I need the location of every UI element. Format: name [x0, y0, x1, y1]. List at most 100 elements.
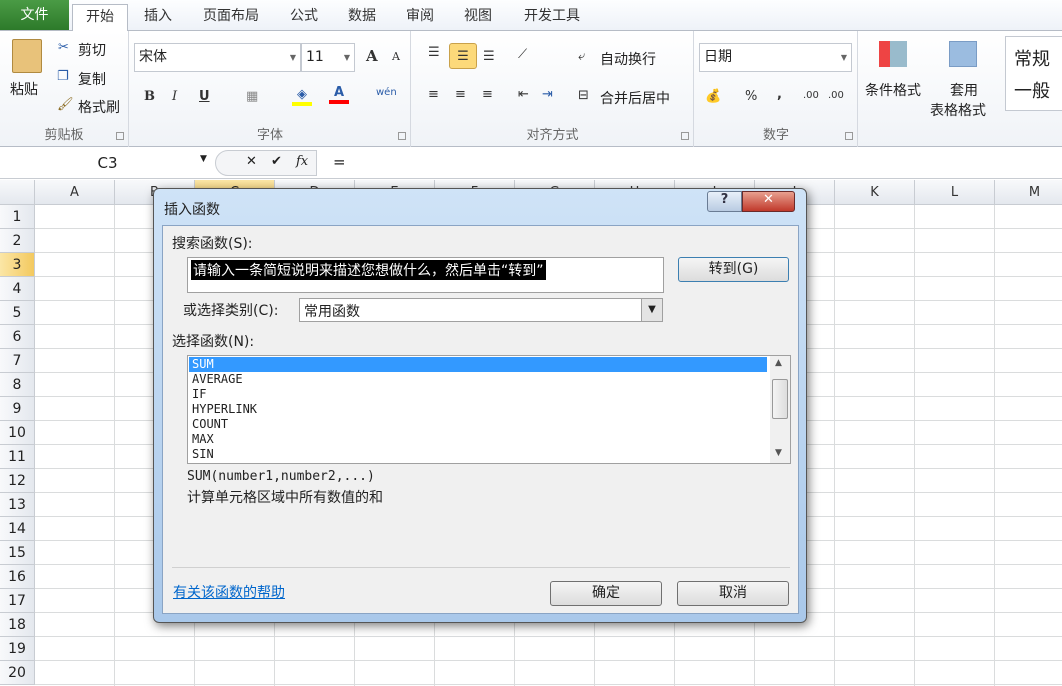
row-header-10[interactable]: 10: [0, 421, 35, 445]
function-help-link[interactable]: 有关该函数的帮助: [173, 582, 285, 602]
italic-button[interactable]: I: [172, 89, 177, 104]
close-button[interactable]: ✕: [742, 191, 795, 212]
percent-button[interactable]: %: [745, 89, 757, 104]
insert-function-icon[interactable]: fx: [296, 154, 308, 169]
paste-icon[interactable]: [12, 39, 42, 73]
row-header-20[interactable]: 20: [0, 661, 35, 685]
bold-button[interactable]: B: [144, 89, 155, 104]
row-header-12[interactable]: 12: [0, 469, 35, 493]
enter-icon[interactable]: ✔: [271, 154, 282, 169]
dialog-launcher-icon[interactable]: [116, 132, 124, 140]
select-all-corner[interactable]: [0, 180, 35, 205]
tab-insert[interactable]: 插入: [134, 4, 182, 31]
decrease-decimal-button[interactable]: .00: [828, 90, 844, 101]
formula-input[interactable]: =: [333, 153, 346, 171]
column-header-K[interactable]: K: [835, 180, 915, 205]
help-button[interactable]: ?: [707, 191, 742, 212]
align-center-icon[interactable]: ≡: [455, 87, 466, 102]
tab-page-layout[interactable]: 页面布局: [192, 4, 270, 31]
cell-style-normal[interactable]: 常规 一般: [1005, 36, 1062, 111]
ok-button[interactable]: 确定: [550, 581, 662, 606]
function-list-item[interactable]: HYPERLINK: [189, 402, 767, 417]
tab-file[interactable]: 文件: [0, 0, 69, 30]
font-size-select[interactable]: 11 ▼: [301, 43, 355, 72]
grow-font-button[interactable]: A: [366, 47, 378, 65]
phonetic-icon[interactable]: wén: [376, 87, 397, 98]
function-list-item[interactable]: COUNT: [189, 417, 767, 432]
row-header-16[interactable]: 16: [0, 565, 35, 589]
chevron-down-icon[interactable]: ▼: [200, 154, 207, 164]
function-list[interactable]: SUM AVERAGE IF HYPERLINK COUNT MAX SIN ▲ ▼: [187, 355, 791, 464]
wrap-text-button[interactable]: 自动换行: [600, 49, 656, 69]
format-painter-button[interactable]: 格式刷: [78, 97, 120, 117]
row-header-17[interactable]: 17: [0, 589, 35, 613]
shrink-font-button[interactable]: A: [392, 50, 400, 63]
align-middle-icon[interactable]: ☰: [449, 43, 477, 69]
number-format-select[interactable]: 日期 ▼: [699, 43, 852, 72]
function-list-item[interactable]: SUM: [189, 357, 767, 372]
font-color-button[interactable]: A: [329, 85, 349, 104]
function-list-item[interactable]: AVERAGE: [189, 372, 767, 387]
dialog-launcher-icon[interactable]: [845, 132, 853, 140]
underline-button[interactable]: U: [199, 89, 210, 104]
tab-review[interactable]: 审阅: [396, 4, 444, 31]
tab-home[interactable]: 开始: [72, 4, 128, 32]
align-bottom-icon[interactable]: ☰: [483, 49, 495, 64]
conditional-format-button[interactable]: 条件格式: [865, 80, 921, 100]
row-header-1[interactable]: 1: [0, 205, 35, 229]
cancel-button[interactable]: 取消: [677, 581, 789, 606]
go-button[interactable]: 转到(G): [678, 257, 789, 282]
tab-formulas[interactable]: 公式: [280, 4, 328, 31]
increase-indent-icon[interactable]: ⇥: [542, 87, 553, 102]
column-header-L[interactable]: L: [915, 180, 995, 205]
chevron-down-icon[interactable]: ▼: [641, 299, 662, 321]
merge-center-button[interactable]: 合并后居中: [600, 88, 670, 108]
row-header-7[interactable]: 7: [0, 349, 35, 373]
dialog-launcher-icon[interactable]: [398, 132, 406, 140]
row-header-18[interactable]: 18: [0, 613, 35, 637]
tab-data[interactable]: 数据: [338, 4, 386, 31]
align-right-icon[interactable]: ≡: [482, 87, 493, 102]
orientation-icon[interactable]: ⟋: [518, 47, 527, 62]
scrollbar-thumb[interactable]: [772, 379, 788, 419]
name-box[interactable]: C3: [0, 150, 215, 176]
currency-icon[interactable]: 💰: [705, 89, 721, 104]
align-top-icon[interactable]: ☰: [428, 45, 440, 60]
dialog-launcher-icon[interactable]: [681, 132, 689, 140]
row-header-2[interactable]: 2: [0, 229, 35, 253]
row-header-4[interactable]: 4: [0, 277, 35, 301]
column-header-A[interactable]: A: [35, 180, 115, 205]
increase-decimal-button[interactable]: .00: [803, 90, 819, 101]
cancel-icon[interactable]: ✕: [246, 154, 257, 169]
row-header-13[interactable]: 13: [0, 493, 35, 517]
border-icon[interactable]: ▦: [246, 89, 258, 104]
format-as-table-line1[interactable]: 套用: [950, 80, 978, 100]
function-list-item[interactable]: MAX: [189, 432, 767, 447]
format-as-table-line2[interactable]: 表格格式: [930, 100, 986, 120]
paste-button[interactable]: 粘贴: [10, 79, 38, 99]
row-header-5[interactable]: 5: [0, 301, 35, 325]
row-header-3[interactable]: 3: [0, 253, 35, 277]
align-left-icon[interactable]: ≡: [428, 87, 439, 102]
row-header-15[interactable]: 15: [0, 541, 35, 565]
fill-color-icon[interactable]: ◈: [292, 87, 312, 106]
category-select[interactable]: 常用函数 ▼: [299, 298, 663, 322]
column-header-M[interactable]: M: [995, 180, 1062, 205]
row-header-9[interactable]: 9: [0, 397, 35, 421]
scroll-up-icon[interactable]: ▲: [775, 358, 782, 368]
scroll-down-icon[interactable]: ▼: [775, 448, 782, 458]
comma-button[interactable]: ,: [777, 87, 782, 102]
row-header-14[interactable]: 14: [0, 517, 35, 541]
decrease-indent-icon[interactable]: ⇤: [518, 87, 529, 102]
tab-view[interactable]: 视图: [454, 4, 502, 31]
tab-developer[interactable]: 开发工具: [512, 4, 592, 31]
function-list-item[interactable]: SIN: [189, 447, 767, 462]
cut-button[interactable]: 剪切: [78, 40, 106, 60]
row-header-6[interactable]: 6: [0, 325, 35, 349]
copy-button[interactable]: 复制: [78, 69, 106, 89]
row-header-11[interactable]: 11: [0, 445, 35, 469]
function-list-item[interactable]: IF: [189, 387, 767, 402]
row-header-19[interactable]: 19: [0, 637, 35, 661]
search-input[interactable]: 请输入一条简短说明来描述您想做什么，然后单击“转到”: [187, 257, 664, 293]
list-scrollbar[interactable]: ▲ ▼: [770, 356, 790, 463]
